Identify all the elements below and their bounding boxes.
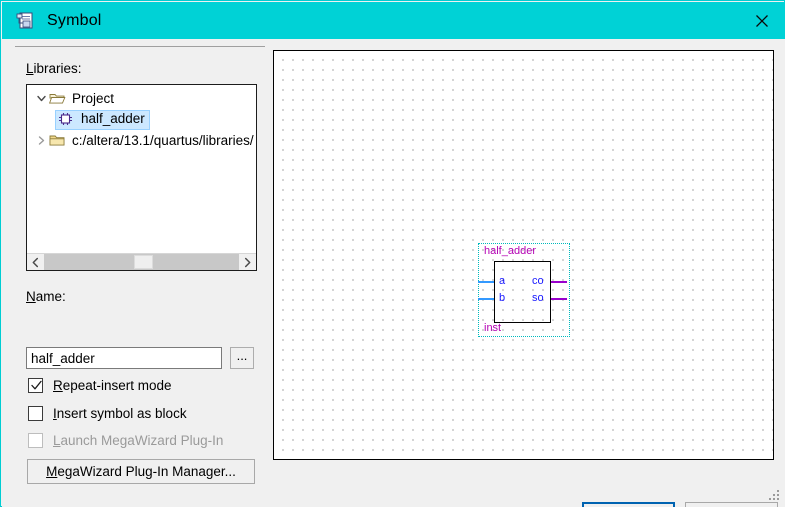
chevron-left-icon[interactable] bbox=[27, 254, 44, 270]
chevron-down-icon[interactable] bbox=[33, 91, 49, 107]
name-accesskey: N bbox=[26, 289, 36, 304]
checkbox-label-rest: aunch MegaWizard Plug-In bbox=[60, 433, 224, 448]
closed-folder-icon bbox=[49, 133, 66, 148]
tree-item-selected-chip[interactable]: half_adder bbox=[55, 109, 150, 130]
open-folder-icon bbox=[48, 91, 66, 106]
output-pin-so-wire bbox=[551, 298, 567, 300]
chevron-right-icon[interactable] bbox=[239, 254, 256, 270]
ok-button[interactable]: OK bbox=[582, 502, 675, 507]
checkbox-label: Repeat-insert mode bbox=[53, 378, 172, 393]
checkbox-box bbox=[28, 433, 43, 448]
tree-item-half-adder[interactable]: half_adder bbox=[27, 109, 256, 130]
tree-item-label: Project bbox=[72, 90, 115, 106]
scrollbar-thumb[interactable] bbox=[133, 255, 153, 269]
checkbox-box[interactable] bbox=[28, 406, 43, 421]
left-panel: Libraries: Project half_adder c:/altera/… bbox=[2, 39, 270, 507]
tree-item-altera-libraries[interactable]: c:/altera/13.1/quartus/libraries/ bbox=[27, 130, 256, 151]
half-adder-symbol[interactable]: half_adder a b co so inst bbox=[478, 243, 570, 337]
name-label: Name: bbox=[26, 289, 66, 304]
tree-item-project[interactable]: Project bbox=[27, 88, 256, 109]
symbol-dialog-screenshot: Symbol Libraries: Project half_adder c:/… bbox=[0, 0, 785, 507]
checkbox-label-rest: nsert symbol as block bbox=[56, 406, 187, 421]
symbol-instance-label: inst bbox=[484, 322, 502, 334]
input-pin-b-wire bbox=[478, 298, 494, 300]
checkbox-repeat-insert-mode[interactable]: Repeat-insert mode bbox=[28, 378, 172, 393]
dialog-window: Symbol Libraries: Project half_adder c:/… bbox=[0, 0, 785, 507]
port-label-b: b bbox=[499, 292, 506, 304]
symbol-block-icon bbox=[58, 112, 75, 127]
symbol-file-icon bbox=[15, 11, 35, 31]
cancel-button[interactable]: Cancel bbox=[685, 502, 778, 507]
tree-item-label: c:/altera/13.1/quartus/libraries/ bbox=[72, 132, 254, 148]
checkbox-label-rest: epeat-insert mode bbox=[62, 378, 172, 393]
libraries-tree[interactable]: Project half_adder c:/altera/13.1/quartu… bbox=[26, 84, 257, 271]
browse-button[interactable]: ... bbox=[230, 347, 254, 369]
libraries-label: Libraries: bbox=[26, 61, 82, 76]
libraries-label-rest: ibraries: bbox=[33, 61, 82, 76]
resize-grip[interactable] bbox=[768, 490, 780, 502]
checkbox-launch-megawizard-plugin: Launch MegaWizard Plug-In bbox=[28, 433, 223, 448]
megawizard-label-rest: egaWizard Plug-In Manager... bbox=[57, 464, 236, 479]
dialog-body: Libraries: Project half_adder c:/altera/… bbox=[2, 39, 785, 507]
title-bar: Symbol bbox=[2, 2, 785, 39]
output-pin-co-wire bbox=[551, 281, 567, 283]
symbol-preview-canvas[interactable]: half_adder a b co so inst bbox=[273, 50, 774, 460]
name-label-rest: ame: bbox=[35, 289, 66, 304]
checkbox-label: Launch MegaWizard Plug-In bbox=[53, 433, 224, 448]
scrollbar-track[interactable] bbox=[44, 254, 239, 270]
checkbox-box[interactable] bbox=[28, 378, 43, 393]
input-pin-a-wire bbox=[478, 281, 494, 283]
port-label-so: so bbox=[532, 292, 544, 304]
close-icon[interactable] bbox=[739, 2, 785, 39]
megawizard-plugin-manager-button[interactable]: MegaWizard Plug-In Manager... bbox=[27, 459, 255, 484]
tree-item-label: half_adder bbox=[81, 111, 145, 127]
port-label-a: a bbox=[499, 275, 506, 287]
window-title: Symbol bbox=[47, 11, 102, 29]
symbol-title: half_adder bbox=[484, 245, 536, 257]
chevron-right-icon[interactable] bbox=[33, 133, 49, 149]
name-input[interactable] bbox=[26, 347, 222, 369]
libraries-accesskey: L bbox=[26, 61, 34, 76]
port-label-co: co bbox=[532, 275, 544, 287]
tree-horizontal-scrollbar[interactable] bbox=[27, 253, 256, 270]
checkbox-insert-symbol-as-block[interactable]: Insert symbol as block bbox=[28, 406, 187, 421]
checkbox-label: Insert symbol as block bbox=[53, 406, 187, 421]
